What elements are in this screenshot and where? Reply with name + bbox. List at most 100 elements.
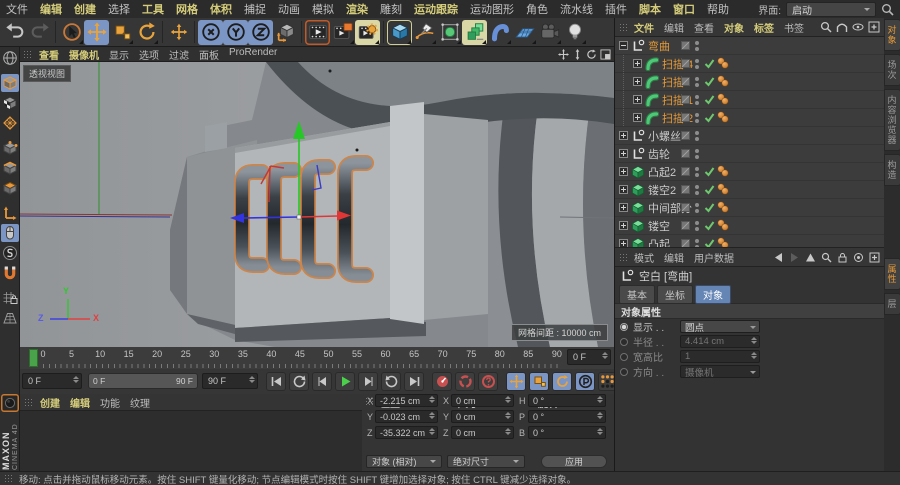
- autokey-button[interactable]: [455, 372, 475, 391]
- menu-item[interactable]: 插件: [599, 1, 633, 17]
- keyframe-radio[interactable]: [620, 368, 628, 376]
- keyframe-selection-button[interactable]: [478, 372, 498, 391]
- material-menu-item[interactable]: 纹理: [125, 395, 155, 410]
- enabled-check-icon[interactable]: [704, 166, 715, 177]
- object-tree-row[interactable]: 中间部分: [615, 199, 884, 217]
- size-field[interactable]: 0 cm: [451, 394, 514, 407]
- attribute-tab[interactable]: 对象: [695, 285, 731, 304]
- subdivision-surface-menu[interactable]: [437, 20, 462, 45]
- rotation-field[interactable]: 0 °: [528, 394, 606, 407]
- viewport-menu-item[interactable]: 查看: [34, 47, 64, 62]
- camera-menu[interactable]: [537, 20, 562, 45]
- menu-item[interactable]: 模拟: [306, 1, 340, 17]
- frame-range-slider[interactable]: 0 F 90 F: [88, 373, 198, 389]
- key-rotation-toggle[interactable]: [552, 372, 572, 391]
- position-field[interactable]: -2.215 cm: [375, 394, 438, 407]
- goto-start-button[interactable]: [266, 372, 286, 391]
- attribute-menu-item[interactable]: 编辑: [659, 250, 689, 265]
- visibility-dots[interactable]: [695, 95, 699, 105]
- model-mode-button[interactable]: [1, 74, 19, 92]
- expander-icon[interactable]: [633, 113, 642, 122]
- layer-swatch[interactable]: [681, 239, 690, 248]
- rotation-field[interactable]: 0 °: [528, 410, 606, 423]
- viewport-solo-button[interactable]: [1, 224, 19, 242]
- key-parameter-toggle[interactable]: [575, 372, 595, 391]
- key-scale-toggle[interactable]: [529, 372, 549, 391]
- am-search-icon[interactable]: [821, 252, 832, 263]
- object-tags[interactable]: [718, 220, 731, 232]
- panel-tab[interactable]: 层: [884, 293, 900, 315]
- om-search-icon[interactable]: [820, 21, 832, 33]
- snap-toggle-button[interactable]: [1, 244, 19, 262]
- menu-item[interactable]: 渲染: [340, 1, 374, 17]
- deformer-menu[interactable]: [487, 20, 512, 45]
- object-tags[interactable]: [718, 58, 731, 70]
- om-home-icon[interactable]: [836, 21, 848, 33]
- workplane-lock-button[interactable]: [1, 289, 19, 307]
- layer-swatch[interactable]: [681, 59, 690, 68]
- move-tool[interactable]: [84, 20, 109, 45]
- material-menu-item[interactable]: 创建: [35, 395, 65, 410]
- texture-mode-button[interactable]: [1, 94, 19, 112]
- om-add-icon[interactable]: [868, 21, 880, 33]
- panel-handle[interactable]: [619, 23, 628, 32]
- size-field[interactable]: 0 cm: [451, 426, 514, 439]
- layer-swatch[interactable]: [681, 95, 690, 104]
- start-frame-field[interactable]: 0 F: [22, 373, 82, 389]
- expander-icon[interactable]: [633, 59, 642, 68]
- object-tree-row[interactable]: 凸起2: [615, 163, 884, 181]
- live-selection-tool[interactable]: [59, 20, 84, 45]
- keyframe-radio[interactable]: [620, 338, 628, 346]
- rotate-tool[interactable]: [134, 20, 159, 45]
- attribute-tab[interactable]: 基本: [619, 285, 655, 304]
- light-menu[interactable]: [562, 20, 587, 45]
- object-tree-row[interactable]: 扫描.1: [615, 91, 884, 109]
- material-menu-item[interactable]: 功能: [95, 395, 125, 410]
- expander-icon[interactable]: [633, 95, 642, 104]
- visibility-dots[interactable]: [695, 59, 699, 69]
- enabled-check-icon[interactable]: [704, 94, 715, 105]
- object-name[interactable]: 小螺丝: [648, 128, 681, 144]
- stepper-arrows[interactable]: [751, 337, 757, 344]
- object-menu-item[interactable]: 对象: [719, 20, 749, 35]
- goto-end-button[interactable]: [404, 372, 424, 391]
- layer-swatch[interactable]: [681, 167, 690, 176]
- object-tags[interactable]: [718, 238, 731, 249]
- interface-dropdown[interactable]: 启动: [786, 2, 876, 17]
- play-forward-button[interactable]: [381, 372, 401, 391]
- enabled-check-icon[interactable]: [704, 238, 715, 248]
- attribute-control[interactable]: 1: [680, 350, 760, 363]
- axis-mode-button[interactable]: [1, 204, 19, 222]
- object-tree-row[interactable]: 齿轮: [615, 145, 884, 163]
- visibility-dots[interactable]: [695, 203, 699, 213]
- object-tree-row[interactable]: 镂空2: [615, 181, 884, 199]
- attribute-control[interactable]: 4.414 cm: [680, 335, 760, 348]
- object-menu-item[interactable]: 标签: [749, 20, 779, 35]
- enabled-check-icon[interactable]: [704, 202, 715, 213]
- object-tags[interactable]: [718, 166, 731, 178]
- visibility-dots[interactable]: [695, 185, 699, 195]
- layer-swatch[interactable]: [681, 185, 690, 194]
- am-add-icon[interactable]: [869, 252, 880, 263]
- visibility-dots[interactable]: [695, 113, 699, 123]
- menu-item[interactable]: 流水线: [554, 1, 599, 17]
- menu-item[interactable]: 动画: [272, 1, 306, 17]
- panel-tab[interactable]: 构造: [884, 154, 900, 186]
- menu-item[interactable]: 捕捉: [238, 1, 272, 17]
- attribute-tab[interactable]: 坐标: [657, 285, 693, 304]
- menu-item[interactable]: 编辑: [34, 1, 68, 17]
- planar-workplane-button[interactable]: [1, 309, 19, 327]
- attribute-control[interactable]: 圆点: [680, 320, 760, 333]
- edges-mode-button[interactable]: [1, 159, 19, 177]
- viewport-menu-item[interactable]: 面板: [194, 47, 224, 62]
- object-tree-row[interactable]: 凸起: [615, 235, 884, 248]
- object-menu-item[interactable]: 编辑: [659, 20, 689, 35]
- timeline-ruler[interactable]: 051015202530354045505560657075808590 0 F: [20, 347, 614, 370]
- panel-tab[interactable]: 属性: [884, 258, 900, 290]
- floor-environment-menu[interactable]: [512, 20, 537, 45]
- render-settings-button[interactable]: [355, 20, 380, 45]
- object-menu-item[interactable]: 查看: [689, 20, 719, 35]
- attribute-menu-item[interactable]: 用户数据: [689, 250, 739, 265]
- search-icon[interactable]: [881, 3, 894, 16]
- panel-handle[interactable]: [23, 50, 32, 59]
